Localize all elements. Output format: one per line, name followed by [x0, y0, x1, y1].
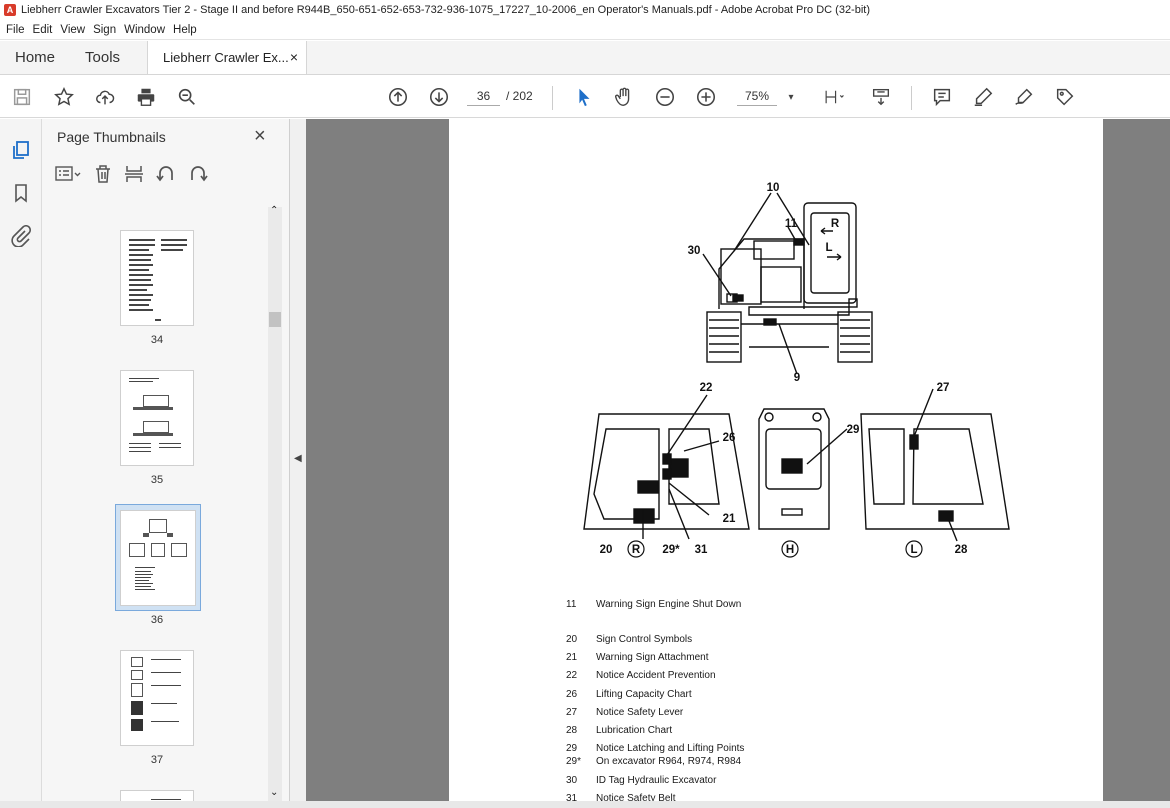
menu-sign[interactable]: Sign: [93, 24, 116, 36]
bookmarks-icon[interactable]: [10, 182, 32, 204]
tab-tools[interactable]: Tools: [70, 41, 135, 74]
page-total-label: / 202: [506, 89, 533, 103]
document-view[interactable]: 10 11 R L 30 9 22 26 21 20 29* 31 29 27 …: [306, 119, 1170, 808]
menu-view[interactable]: View: [60, 24, 85, 36]
page-fit-icon[interactable]: [818, 84, 850, 110]
callout-29-star: 29*: [662, 544, 680, 556]
next-page-icon[interactable]: [427, 84, 451, 110]
zoom-search-icon[interactable]: [175, 84, 199, 110]
comment-icon[interactable]: [930, 84, 954, 110]
panel-collapse-handle[interactable]: ◀: [290, 119, 306, 808]
page-thumbnails-icon[interactable]: [10, 139, 32, 161]
cloud-upload-icon[interactable]: [93, 84, 117, 110]
acrobat-logo-icon: A: [4, 4, 16, 16]
callout-21: 21: [723, 513, 736, 525]
menu-file[interactable]: File: [6, 24, 25, 36]
callout-26: 26: [723, 432, 736, 444]
attachments-paperclip-icon[interactable]: [10, 224, 32, 248]
view-label-H: H: [786, 544, 794, 556]
delete-page-icon[interactable]: [94, 164, 112, 189]
scroll-mode-icon[interactable]: [868, 84, 894, 110]
bookmark-star-icon[interactable]: [52, 84, 76, 110]
sign-icon[interactable]: [1012, 84, 1036, 110]
insert-page-icon[interactable]: [124, 164, 144, 189]
legend-row: 28 Lubrication Chart: [566, 725, 673, 736]
left-nav-rail: [0, 119, 42, 808]
close-tab-icon[interactable]: ×: [290, 49, 298, 65]
document-tab-label: Liebherr Crawler Ex...: [163, 50, 289, 65]
thumbnail-label: 36: [150, 614, 164, 626]
thumbnail-scrollbar[interactable]: ⌃ ⌄: [268, 205, 282, 803]
callout-22: 22: [700, 382, 713, 394]
toolbar-divider: [552, 86, 553, 110]
tab-document[interactable]: Liebherr Crawler Ex... ×: [147, 41, 308, 74]
thumbnail-label: 37: [150, 754, 164, 766]
legend-row: 27 Notice Safety Lever: [566, 707, 684, 718]
scroll-up-icon[interactable]: ⌃: [270, 205, 278, 216]
tab-home[interactable]: Home: [0, 41, 70, 74]
zoom-out-icon[interactable]: [653, 84, 677, 110]
menu-bar: File Edit View Sign Window Help: [0, 20, 1170, 40]
callout-27: 27: [937, 382, 950, 394]
thumbnail-page-37[interactable]: [120, 650, 194, 746]
select-cursor-icon[interactable]: [572, 84, 596, 110]
rotate-counterclockwise-icon[interactable]: [156, 164, 176, 189]
callout-9: 9: [794, 372, 800, 384]
panel-title: Page Thumbnails: [57, 129, 166, 145]
tab-bar: Home Tools Liebherr Crawler Ex... ×: [0, 41, 1170, 75]
callout-28: 28: [955, 544, 968, 556]
legend-row: 29* On excavator R964, R974, R984: [566, 756, 742, 767]
view-label-L: L: [910, 544, 917, 556]
thumbnail-label: 34: [150, 334, 164, 346]
menu-edit[interactable]: Edit: [33, 24, 53, 36]
thumbnail-page-36[interactable]: [120, 510, 196, 606]
main-toolbar: ▾: [0, 76, 1170, 118]
legend-row: 30 ID Tag Hydraulic Excavator: [566, 775, 717, 786]
callout-31: 31: [695, 544, 708, 556]
hand-tool-icon[interactable]: [612, 84, 636, 110]
legend-row: 29 Notice Latching and Lifting Points: [566, 743, 745, 754]
callout-11: 11: [785, 218, 798, 230]
rotate-clockwise-icon[interactable]: [188, 164, 208, 189]
legend-row: 26 Lifting Capacity Chart: [566, 689, 692, 700]
callout-30: 30: [688, 245, 701, 257]
zoom-in-icon[interactable]: [694, 84, 718, 110]
zoom-dropdown-icon[interactable]: ▾: [784, 84, 798, 110]
thumbnail-label: 35: [150, 474, 164, 486]
horizontal-scrollbar[interactable]: [0, 801, 1170, 808]
options-menu-icon[interactable]: [54, 165, 82, 188]
scrollbar-thumb[interactable]: [269, 312, 281, 327]
view-label-R: R: [632, 544, 641, 556]
zoom-level-input[interactable]: [737, 86, 777, 106]
close-panel-icon[interactable]: ×: [254, 125, 266, 148]
legend-row: 11 Warning Sign Engine Shut Down: [566, 599, 742, 610]
print-icon[interactable]: [134, 84, 158, 110]
thumbnail-page-34[interactable]: [120, 230, 194, 326]
cab-dir-R: R: [831, 218, 840, 230]
callout-10: 10: [767, 182, 780, 194]
menu-window[interactable]: Window: [124, 24, 165, 36]
scroll-down-icon[interactable]: ⌄: [270, 787, 278, 798]
previous-page-icon[interactable]: [386, 84, 410, 110]
legend-row: 22 Notice Accident Prevention: [566, 670, 716, 681]
callout-29: 29: [847, 424, 860, 436]
thumbnail-tools: [54, 163, 220, 189]
page-number-input[interactable]: [467, 86, 500, 106]
highlight-pen-icon[interactable]: [971, 84, 995, 110]
redact-tag-icon[interactable]: [1053, 84, 1077, 110]
thumbnails-panel: Page Thumbnails × 34 35 36 37 ⌃ ⌄: [42, 119, 290, 808]
window-title-bar: A Liebherr Crawler Excavators Tier 2 - S…: [0, 0, 1170, 20]
window-title: Liebherr Crawler Excavators Tier 2 - Sta…: [21, 4, 871, 16]
menu-help[interactable]: Help: [173, 24, 197, 36]
legend-row: 20 Sign Control Symbols: [566, 634, 693, 645]
decal-locations-figure: 10 11 R L 30 9 22 26 21 20 29* 31 29 27 …: [583, 182, 1010, 558]
thumbnail-page-35[interactable]: [120, 370, 194, 466]
toolbar-divider: [911, 86, 912, 110]
callout-20: 20: [600, 544, 613, 556]
cab-dir-L: L: [825, 242, 832, 254]
save-icon[interactable]: [10, 84, 34, 110]
collapse-arrow-icon[interactable]: ◀: [294, 453, 302, 464]
pdf-page: 10 11 R L 30 9 22 26 21 20 29* 31 29 27 …: [449, 119, 1103, 808]
legend-row: 21 Warning Sign Attachment: [566, 652, 709, 663]
